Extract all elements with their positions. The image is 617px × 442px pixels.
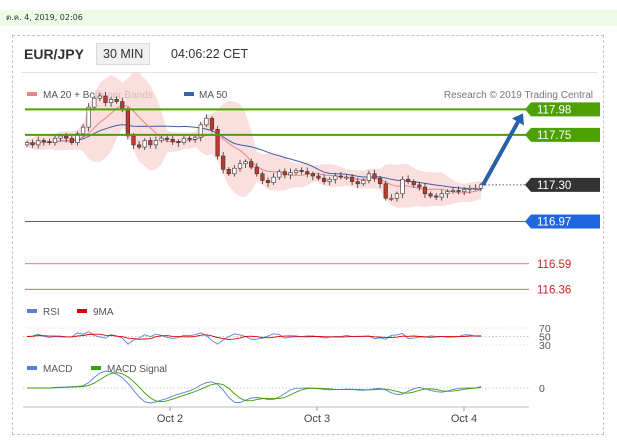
x-tick-label: Oct 2: [157, 413, 183, 425]
level-label: 116.36: [537, 284, 571, 296]
candle: [86, 103, 91, 132]
macd-legend-swatch: [27, 366, 37, 370]
macd-area: 0: [23, 370, 545, 404]
macd-line: [27, 370, 482, 404]
level-116-59: 116.59: [25, 259, 571, 271]
forecast-arrow: [481, 113, 524, 186]
ma50-legend: MA 50: [199, 90, 228, 101]
level-label: 117.98: [537, 104, 571, 116]
rsi-legend-swatch: [27, 309, 37, 313]
rsi-area: 705030: [23, 323, 551, 352]
ma20-legend-swatch: [27, 92, 37, 96]
credit-text: Research © 2019 Trading Central: [444, 90, 593, 101]
rsi-line: [26, 331, 482, 345]
rsi-ma-legend: 9MA: [93, 307, 114, 318]
level-label: 116.97: [537, 217, 571, 229]
level-116-97: 116.97: [25, 214, 600, 229]
rsi-level-label: 30: [539, 340, 551, 352]
chart-frame: EUR/JPY 30 MIN 04:06:22 CET MA 20 + Boll…: [12, 35, 604, 435]
x-tick: Oct 4: [451, 407, 477, 425]
rsi-ma-legend-swatch: [77, 309, 87, 313]
ma50-legend-swatch: [184, 92, 194, 96]
x-tick: Oct 3: [304, 407, 330, 425]
macd-legend: MACD: [43, 364, 72, 375]
chart-svg: MA 20 + Bollinger Bands MA 50 Research ©…: [23, 72, 600, 425]
x-axis-ticks: Oct 2 Oct 3 Oct 4: [157, 407, 477, 425]
candle: [215, 126, 220, 160]
macd-signal-legend: MACD Signal: [107, 364, 167, 375]
macd-signal-legend-swatch: [91, 366, 101, 370]
macd-zero-label: 0: [539, 383, 545, 395]
x-tick-label: Oct 3: [304, 413, 330, 425]
level-label: 116.59: [537, 259, 571, 271]
candle: [92, 96, 97, 110]
x-tick: Oct 2: [157, 407, 183, 425]
level-label: 117.30: [537, 180, 571, 192]
level-116-36: 116.36: [25, 284, 571, 296]
date-line: ต.ค. 4, 2019, 02:06: [0, 10, 617, 26]
level-117-30: 117.30: [485, 177, 600, 192]
level-label: 117.75: [537, 130, 571, 142]
rsi-legend: RSI: [43, 307, 60, 318]
candle: [383, 180, 388, 201]
x-tick-label: Oct 4: [451, 413, 477, 425]
